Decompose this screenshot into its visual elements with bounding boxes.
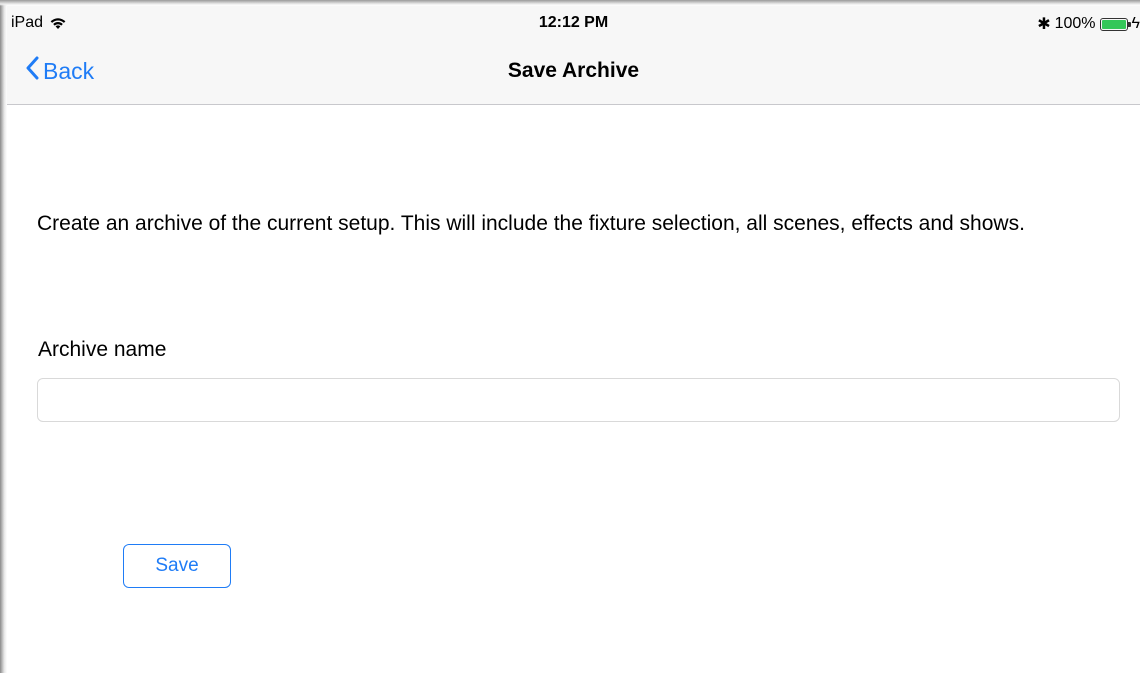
status-time: 12:12 PM [538, 14, 609, 31]
charging-bolt-icon: ϟ [1131, 15, 1140, 32]
page-title: Save Archive [507, 59, 640, 82]
status-right: ✱ 100% ϟ [1037, 14, 1140, 34]
save-button[interactable]: Save [123, 544, 231, 588]
window-shadow-left [0, 0, 7, 673]
status-bar: iPad 12:12 PM ✱ 100% ϟ [7, 6, 1140, 44]
battery-percent: 100% [1054, 15, 1096, 32]
archive-name-input[interactable] [37, 378, 1120, 422]
archive-name-label: Archive name [38, 338, 167, 361]
navigation-bar: Back Save Archive [7, 44, 1140, 105]
battery-fill [1101, 19, 1126, 29]
battery-tip [1127, 21, 1131, 27]
battery-icon [1099, 17, 1131, 31]
archive-description: Create an archive of the current setup. … [37, 212, 1025, 235]
bluetooth-icon: ✱ [1037, 16, 1051, 33]
ipad-screen: iPad 12:12 PM ✱ 100% ϟ Back Save Archive… [7, 6, 1140, 673]
